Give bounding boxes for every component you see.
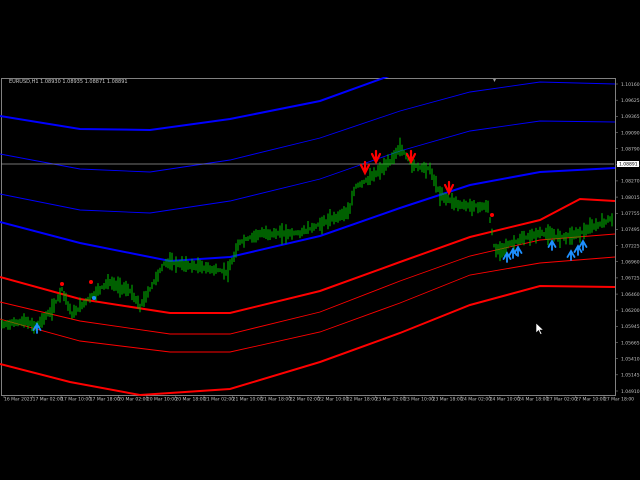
up-arrow-icon[interactable] (32, 322, 42, 334)
time-axis-label: 17 Mar 02:00 (33, 397, 63, 403)
lower-band-mid (0, 233, 616, 335)
price-axis-label: 1.06725 (621, 276, 640, 282)
price-axis-label: 1.05145 (621, 373, 640, 379)
price-axis-label: 1.09365 (621, 114, 640, 120)
up-arrow-icon[interactable] (566, 249, 576, 261)
price-axis-label: 1.06200 (621, 308, 640, 314)
lower-band-bottom (0, 284, 616, 397)
time-axis-label: 22 Mar 18:00 (347, 397, 377, 403)
time-axis-label: 22 Mar 10:00 (318, 397, 348, 403)
price-axis-label: 1.08015 (621, 195, 640, 201)
symbol-header: EURUSD,H1 1.08930 1.08935 1.08871 1.0889… (9, 79, 128, 85)
price-axis-label: 1.09625 (621, 98, 640, 104)
time-axis-label: 23 Mar 18:00 (433, 397, 463, 403)
up-arrow-icon[interactable] (547, 239, 557, 251)
time-axis-label: 24 Mar 02:00 (461, 397, 491, 403)
time-axis-label: 20 Mar 02:00 (118, 397, 148, 403)
price-axis-label: 1.04910 (621, 389, 640, 395)
lower-band-inner (0, 256, 616, 353)
sell-signal-dot (89, 280, 93, 284)
chart-window[interactable]: 1.101601.096251.093651.090901.087901.085… (0, 77, 640, 404)
current-price-label: 1.08891 (619, 162, 638, 168)
time-axis-label: 22 Mar 02:00 (290, 397, 320, 403)
chart-frame (1, 78, 616, 396)
down-arrow-icon[interactable] (359, 160, 371, 176)
price-axis-label: 1.07225 (621, 243, 640, 249)
time-axis-label: 23 Mar 02:00 (375, 397, 405, 403)
time-axis-label: 21 Mar 18:00 (261, 397, 291, 403)
price-chart[interactable]: 1.101601.096251.093651.090901.087901.085… (0, 77, 640, 404)
price-axis-label: 1.05945 (621, 324, 640, 330)
time-axis-label: 23 Mar 10:00 (404, 397, 434, 403)
price-axis-label: 1.09090 (621, 130, 640, 136)
time-axis-label: 17 Mar 18:00 (90, 397, 120, 403)
price-axis-label: 1.05410 (621, 357, 640, 363)
time-axis-label: 24 Mar 10:00 (490, 397, 520, 403)
price-axis-label: 1.05665 (621, 340, 640, 346)
price-axis-label: 1.08270 (621, 179, 640, 185)
time-axis-label: 21 Mar 10:00 (233, 397, 263, 403)
time-axis-label: 27 Mar 18:00 (604, 397, 634, 403)
sell-signal-dot (490, 213, 494, 217)
mouse-pointer-icon (535, 320, 545, 339)
price-axis-label: 1.07755 (621, 211, 640, 217)
price-axis-label: 1.07495 (621, 227, 640, 233)
price-axis-label: 1.10160 (621, 82, 640, 88)
time-axis-label: 24 Mar 18:00 (518, 397, 548, 403)
upper-band-inner (0, 120, 616, 214)
price-axis-label: 1.08790 (621, 146, 640, 152)
buy-signal-dot (92, 296, 96, 300)
time-axis-label: 27 Mar 10:00 (575, 397, 605, 403)
sell-signal-dot (60, 282, 64, 286)
price-axis-label: 1.06460 (621, 292, 640, 298)
shift-marker-icon[interactable]: ▾ (493, 77, 496, 84)
time-axis-label: 27 Mar 02:00 (547, 397, 577, 403)
upper-band-mid (0, 81, 616, 173)
time-axis-label: 21 Mar 02:00 (204, 397, 234, 403)
price-axis-label: 1.06960 (621, 260, 640, 266)
time-axis-label: 20 Mar 10:00 (147, 397, 177, 403)
time-axis-label: 16 Mar 2023 (4, 397, 33, 403)
time-axis-label: 20 Mar 18:00 (175, 397, 205, 403)
up-arrow-icon[interactable] (573, 244, 583, 256)
time-axis-label: 17 Mar 10:00 (61, 397, 91, 403)
